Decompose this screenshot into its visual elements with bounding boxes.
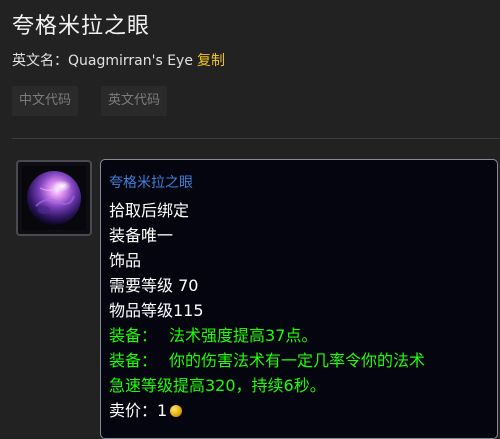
sell-price: 卖价：1: [109, 397, 183, 421]
purple-orb-icon: [22, 166, 86, 230]
item-required-level: 需要等级 70: [109, 276, 199, 295]
divider: [12, 138, 500, 139]
sell-price-value: 1: [157, 401, 168, 420]
equip-effect-continuation: 急速等级提高320，持续6秒。: [109, 376, 326, 395]
english-name-label: 英文名：: [12, 53, 68, 69]
item-binding: 拾取后绑定: [109, 201, 190, 220]
item-icon-frame: [16, 160, 92, 236]
equip-effect-text: 法术强度提高37点。: [169, 326, 318, 345]
item-level: 物品等级115: [109, 301, 204, 320]
english-name-row: 英文名：Quagmirran's Eye 复制: [12, 50, 225, 70]
equip-effect: 装备： 你的伤害法术有一定几率令你的法术: [109, 347, 425, 371]
item-slot: 饰品: [109, 251, 142, 270]
chinese-code-button[interactable]: 中文代码: [12, 86, 79, 116]
english-name: Quagmirran's Eye: [68, 53, 193, 69]
copy-button[interactable]: 复制: [197, 53, 225, 69]
item-unique: 装备唯一: [109, 226, 174, 245]
equip-effect-prefix: 装备：: [109, 326, 158, 345]
equip-effect-prefix: 装备：: [109, 351, 158, 370]
sell-price-label: 卖价：: [109, 401, 158, 420]
item-name: 夸格米拉之眼: [109, 175, 193, 191]
english-code-button[interactable]: 英文代码: [101, 86, 168, 116]
item-tooltip: 夸格米拉之眼 拾取后绑定 装备唯一 饰品 需要等级 70 物品等级115 装备：…: [100, 159, 498, 439]
equip-effect: 装备： 法术强度提高37点。: [109, 322, 317, 346]
equip-effect-text: 你的伤害法术有一定几率令你的法术: [169, 351, 426, 370]
page-title: 夸格米拉之眼: [12, 14, 151, 39]
gold-coin-icon: [170, 404, 183, 417]
